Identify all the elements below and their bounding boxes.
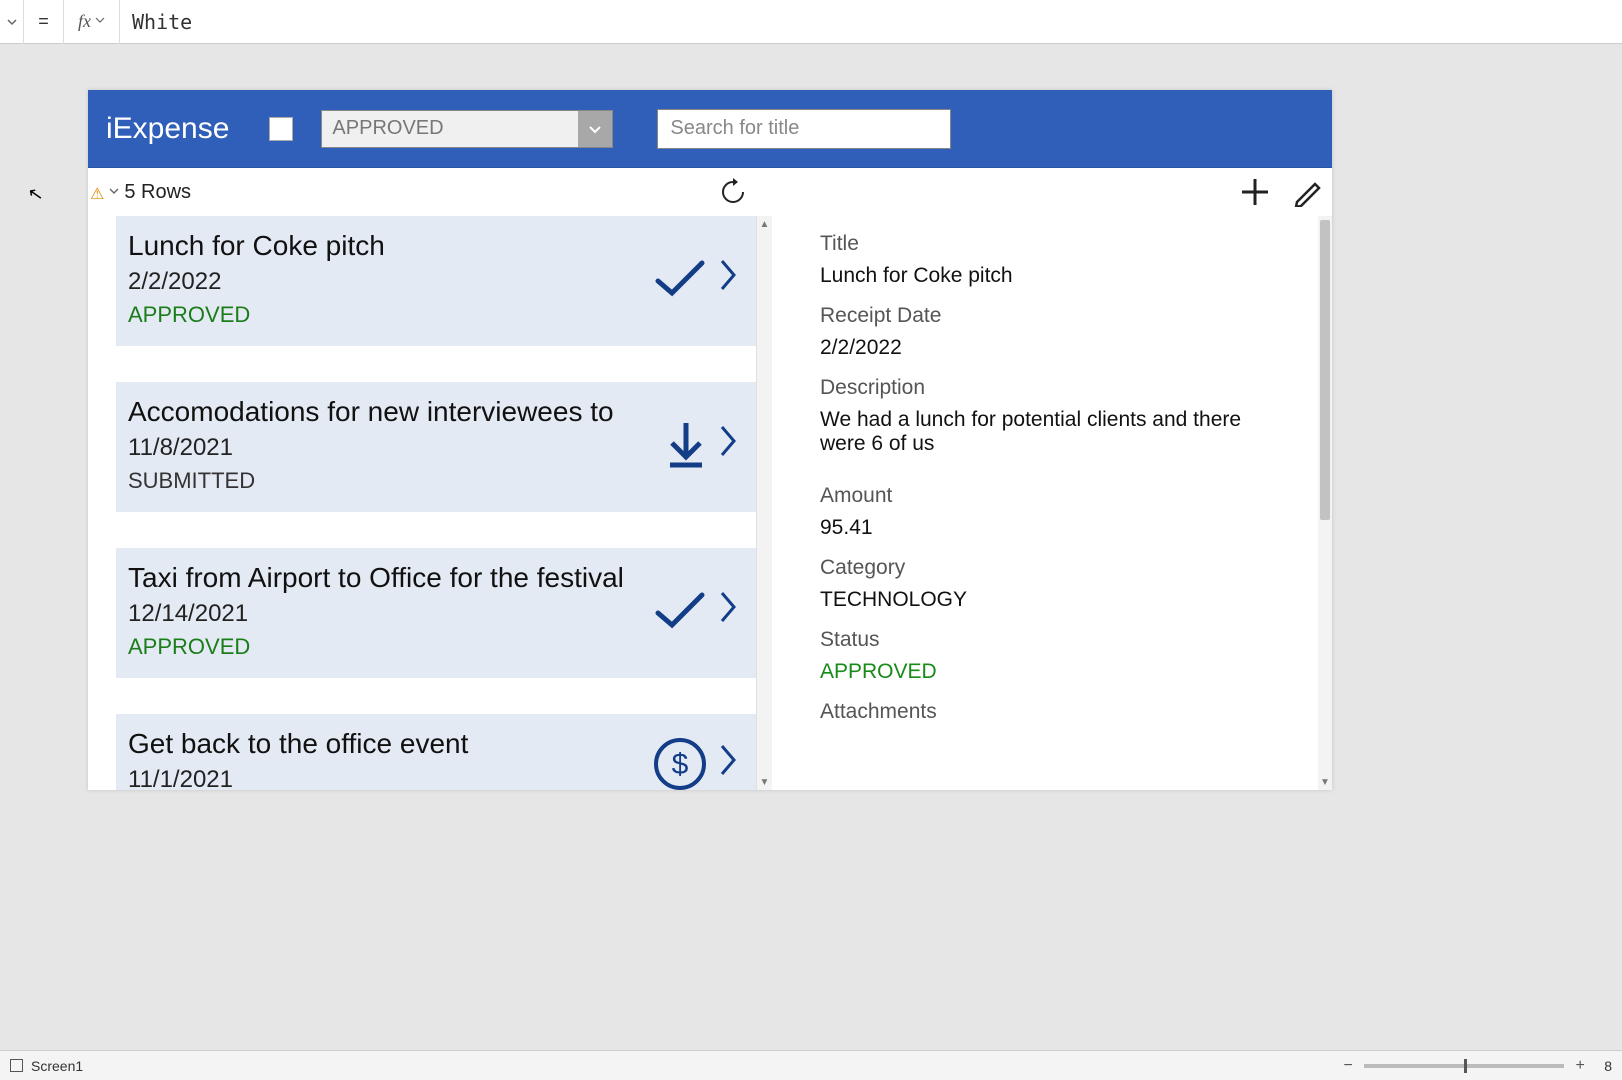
- item-title: Lunch for Coke pitch: [128, 230, 644, 262]
- chevron-right-icon[interactable]: [718, 587, 738, 635]
- zoom-in-button[interactable]: +: [1572, 1057, 1588, 1075]
- item-date: 12/14/2021: [128, 600, 644, 628]
- edit-button[interactable]: [1292, 177, 1322, 207]
- formula-input[interactable]: White: [120, 10, 192, 34]
- search-input[interactable]: [657, 109, 951, 149]
- list-scroll[interactable]: Lunch for Coke pitch 2/2/2022 APPROVED: [88, 216, 772, 790]
- status-filter-selected: APPROVED: [322, 111, 578, 147]
- scroll-down-icon[interactable]: ▼: [1318, 774, 1332, 790]
- zoom-control[interactable]: − + 8: [1340, 1057, 1612, 1075]
- cursor-icon: ↖: [26, 183, 45, 206]
- add-button[interactable]: [1238, 175, 1272, 209]
- item-status: APPROVED: [128, 634, 644, 660]
- equals-button[interactable]: =: [24, 0, 64, 44]
- check-icon: [652, 257, 708, 301]
- zoom-value: 8: [1604, 1058, 1612, 1074]
- refresh-button[interactable]: [718, 177, 748, 207]
- field-value-title: Lunch for Coke pitch: [820, 264, 1284, 288]
- scroll-down-icon[interactable]: ▼: [757, 774, 772, 790]
- status-bar: Screen1 − + 8: [0, 1050, 1622, 1080]
- scroll-up-icon[interactable]: ▲: [757, 216, 772, 232]
- chevron-right-icon[interactable]: [718, 255, 738, 303]
- screen-icon: [10, 1059, 23, 1072]
- item-date: 11/8/2021: [128, 434, 656, 462]
- canvas: ↖ iExpense APPROVED ⚠: [0, 44, 1622, 1050]
- item-status: SUBMITTED: [128, 468, 656, 494]
- detail-pane: Title Lunch for Coke pitch Receipt Date …: [772, 168, 1332, 790]
- scrollbar-thumb[interactable]: [1320, 220, 1330, 520]
- item-title: Taxi from Airport to Office for the fest…: [128, 562, 644, 594]
- fx-label: fx: [78, 11, 91, 32]
- zoom-thumb[interactable]: [1464, 1059, 1467, 1073]
- field-label-status: Status: [820, 628, 1284, 652]
- field-label-amount: Amount: [820, 484, 1284, 508]
- svg-text:$: $: [672, 748, 689, 781]
- item-title: Accomodations for new interviewees to: [128, 396, 656, 428]
- list-pane: ⚠ 5 Rows L: [88, 168, 772, 790]
- item-date: 2/2/2022: [128, 268, 644, 296]
- app-header: iExpense APPROVED: [88, 90, 1332, 168]
- list-item[interactable]: Taxi from Airport to Office for the fest…: [116, 548, 756, 678]
- chevron-down-icon[interactable]: [108, 185, 120, 200]
- screen-name: Screen1: [31, 1058, 83, 1074]
- item-date: 11/1/2021: [128, 766, 644, 790]
- field-label-title: Title: [820, 232, 1284, 256]
- zoom-out-button[interactable]: −: [1340, 1057, 1356, 1075]
- chevron-down-icon[interactable]: [578, 111, 612, 147]
- item-title: Get back to the office event: [128, 728, 644, 760]
- check-icon: [652, 589, 708, 633]
- list-toolbar: ⚠ 5 Rows: [88, 168, 772, 216]
- detail-scrollbar[interactable]: ▼: [1318, 216, 1332, 790]
- formula-bar: = fx White: [0, 0, 1622, 44]
- download-icon: [664, 419, 708, 471]
- list-item[interactable]: Lunch for Coke pitch 2/2/2022 APPROVED: [116, 216, 756, 346]
- app-preview: iExpense APPROVED ⚠ 5 Rows: [88, 90, 1332, 790]
- field-value-category: TECHNOLOGY: [820, 588, 1284, 612]
- chevron-right-icon[interactable]: [718, 740, 738, 788]
- detail-toolbar: [772, 168, 1332, 216]
- detail-body[interactable]: Title Lunch for Coke pitch Receipt Date …: [772, 216, 1332, 790]
- chevron-right-icon[interactable]: [718, 421, 738, 469]
- field-value-receipt-date: 2/2/2022: [820, 336, 1284, 360]
- field-label-description: Description: [820, 376, 1284, 400]
- field-label-attachments: Attachments: [820, 700, 1284, 724]
- field-value-description: We had a lunch for potential clients and…: [820, 408, 1284, 468]
- fx-button[interactable]: fx: [64, 0, 120, 44]
- chevron-down-icon: [95, 15, 105, 28]
- row-count-label: 5 Rows: [124, 181, 191, 204]
- status-filter-dropdown[interactable]: APPROVED: [321, 110, 613, 148]
- list-scrollbar[interactable]: ▲ ▼: [756, 216, 772, 790]
- field-label-category: Category: [820, 556, 1284, 580]
- field-value-status: APPROVED: [820, 660, 1284, 684]
- item-status: APPROVED: [128, 302, 644, 328]
- filter-checkbox[interactable]: [269, 117, 293, 141]
- zoom-slider[interactable]: [1364, 1064, 1564, 1068]
- warning-icon: ⚠: [90, 184, 104, 204]
- property-dropdown[interactable]: [0, 0, 24, 44]
- field-label-receipt-date: Receipt Date: [820, 304, 1284, 328]
- dollar-icon: $: [652, 736, 708, 790]
- list-item[interactable]: Get back to the office event 11/1/2021 $: [116, 714, 756, 790]
- list-item[interactable]: Accomodations for new interviewees to 11…: [116, 382, 756, 512]
- app-title: iExpense: [106, 112, 229, 146]
- app-body: ⚠ 5 Rows L: [88, 168, 1332, 790]
- field-value-amount: 95.41: [820, 516, 1284, 540]
